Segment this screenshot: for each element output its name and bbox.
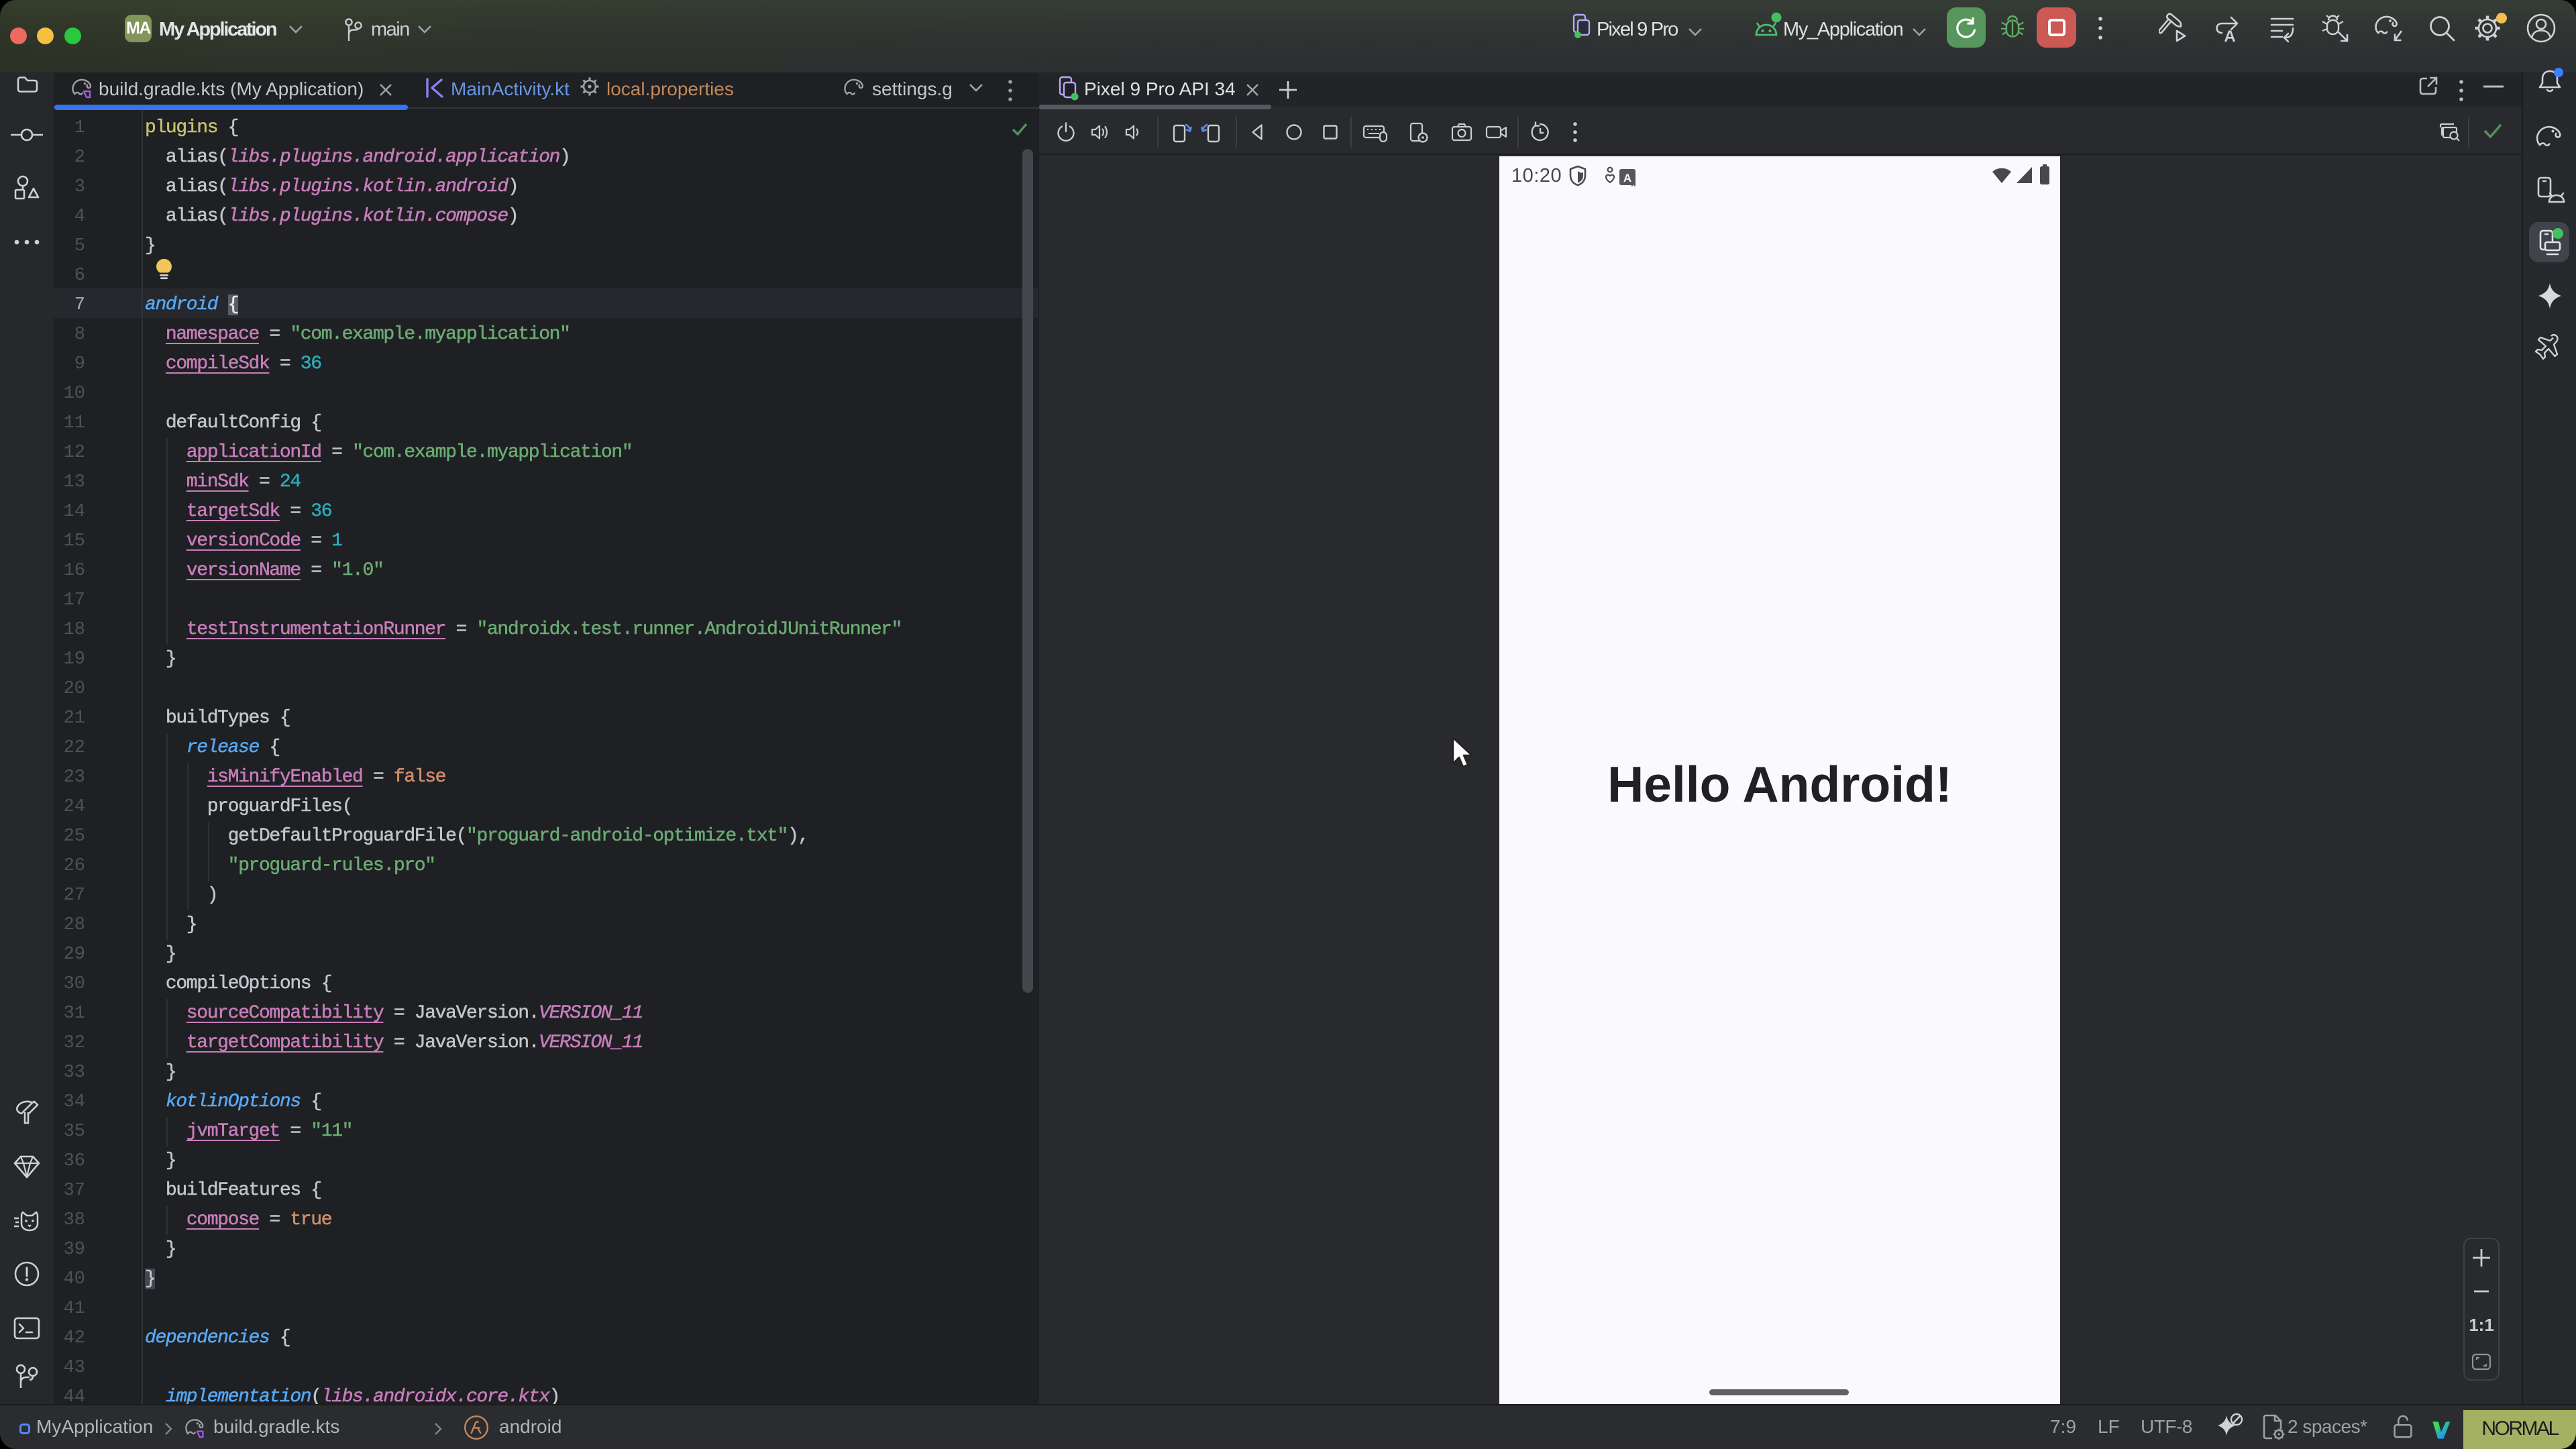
svg-text:A: A [2224, 28, 2235, 44]
svg-text:A: A [1623, 172, 1631, 184]
